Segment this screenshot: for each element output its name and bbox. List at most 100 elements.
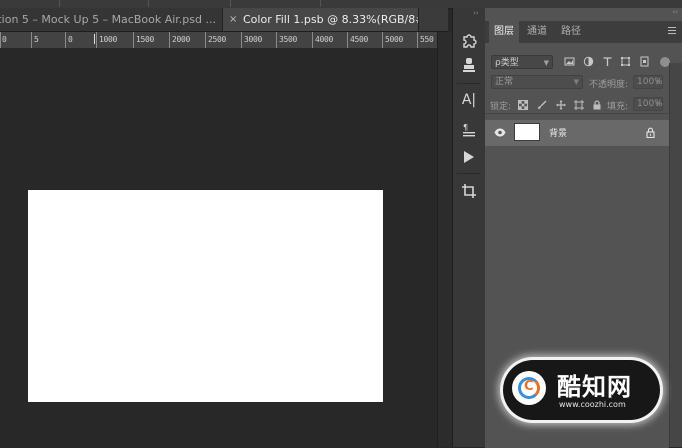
clone-source-button[interactable] bbox=[453, 52, 485, 78]
opacity-label: 不透明度: bbox=[589, 80, 629, 90]
ruler-tick bbox=[65, 32, 66, 48]
tab-paths[interactable]: 路径 bbox=[557, 21, 585, 43]
watermark-logo: C 酷知网 www.coozhi.com bbox=[503, 360, 660, 420]
shape-filter-icon[interactable] bbox=[620, 56, 631, 67]
extensions-button[interactable] bbox=[453, 27, 485, 53]
play-icon bbox=[464, 151, 474, 163]
tab-macbook-air-psd[interactable]: ection 5 – Mock Up 5 – MacBook Air.psd .… bbox=[0, 8, 223, 31]
ruler-label: 2500 bbox=[208, 35, 227, 44]
expand-panels-icon[interactable]: ›› bbox=[473, 9, 479, 17]
fill-field[interactable]: 100% ▼ bbox=[633, 97, 663, 111]
ruler-label: 0 bbox=[68, 35, 73, 44]
layer-filter-row: ρ类型 ▼ bbox=[485, 51, 682, 73]
character-icon: A| bbox=[461, 92, 477, 108]
ruler-tick bbox=[347, 32, 348, 48]
strip-divider bbox=[59, 0, 60, 7]
ruler-label: 1500 bbox=[136, 35, 155, 44]
artboard-icon[interactable] bbox=[574, 100, 584, 110]
image-filter-icon[interactable] bbox=[564, 56, 575, 67]
paragraph-icon: ¶ bbox=[463, 123, 475, 137]
tab-bar-empty bbox=[419, 8, 448, 31]
layer-thumbnail[interactable] bbox=[514, 123, 540, 141]
ruler-cursor-marker bbox=[94, 34, 95, 44]
paragraph-button[interactable]: ¶ bbox=[453, 117, 485, 143]
lock-label: 锁定: bbox=[490, 102, 512, 112]
chevron-down-icon: ▼ bbox=[543, 59, 549, 67]
ruler-label: 3000 bbox=[244, 35, 263, 44]
blend-row: 正常 ▼ 不透明度: 100% ▼ bbox=[485, 73, 682, 93]
ruler-label: 1000 bbox=[99, 35, 118, 44]
panel-scrollbar[interactable] bbox=[669, 63, 682, 447]
ruler-label: 0 bbox=[2, 35, 7, 44]
ruler-label: 550 bbox=[420, 35, 434, 44]
lock-all-icon[interactable] bbox=[592, 100, 602, 110]
ruler-label: 5000 bbox=[385, 35, 404, 44]
lock-transparent-icon[interactable] bbox=[518, 100, 528, 110]
ruler-tick bbox=[133, 32, 134, 48]
strip-divider bbox=[230, 0, 231, 7]
ruler-label: 4000 bbox=[315, 35, 334, 44]
ruler-tick bbox=[241, 32, 242, 48]
ruler-tick bbox=[205, 32, 206, 48]
filter-type-select[interactable]: ρ类型 ▼ bbox=[491, 55, 553, 69]
watermark-letter: C bbox=[524, 379, 534, 394]
chevron-down-icon: ▼ bbox=[655, 79, 660, 86]
tab-label: Color Fill 1.psb @ 8.33%(RGB/8#) bbox=[243, 13, 419, 26]
stamp-icon bbox=[463, 58, 475, 72]
chevron-down-icon: ▼ bbox=[573, 78, 579, 86]
crop-properties-button[interactable] bbox=[453, 178, 485, 204]
tab-label: ection 5 – Mock Up 5 – MacBook Air.psd .… bbox=[0, 13, 216, 26]
tool-separator bbox=[457, 83, 481, 84]
horizontal-ruler[interactable]: 0 5 0 1000 1500 2000 2500 3000 3500 4000… bbox=[0, 32, 437, 49]
filter-type-label: ρ类型 bbox=[495, 58, 519, 68]
blend-mode-select[interactable]: 正常 ▼ bbox=[491, 75, 583, 89]
tab-color-fill-psb[interactable]: × Color Fill 1.psb @ 8.33%(RGB/8#) bbox=[223, 8, 419, 31]
tool-separator bbox=[457, 173, 481, 174]
text-filter-icon[interactable] bbox=[602, 56, 613, 67]
adjustment-filter-icon[interactable] bbox=[583, 56, 594, 67]
ruler-tick bbox=[312, 32, 313, 48]
ruler-tick bbox=[417, 32, 418, 48]
ruler-label: 2000 bbox=[172, 35, 191, 44]
eye-icon[interactable] bbox=[494, 128, 506, 137]
watermark-brand: 酷知网 bbox=[557, 373, 632, 401]
ruler-label: 4500 bbox=[350, 35, 369, 44]
ruler-tick bbox=[382, 32, 383, 48]
document-tab-bar: ection 5 – Mock Up 5 – MacBook Air.psd .… bbox=[0, 8, 448, 32]
tab-channels[interactable]: 通道 bbox=[523, 21, 551, 43]
collapse-panels-icon[interactable]: ‹‹ bbox=[672, 8, 678, 16]
opacity-field[interactable]: 100% ▼ bbox=[633, 75, 663, 89]
strip-divider bbox=[148, 0, 149, 7]
watermark-badge: C bbox=[512, 371, 546, 405]
ruler-tick bbox=[31, 32, 32, 48]
layer-row[interactable]: 背景 bbox=[485, 120, 669, 146]
blend-mode-value: 正常 bbox=[495, 77, 514, 87]
canvas-workspace[interactable] bbox=[0, 49, 437, 447]
panel-menu-icon[interactable] bbox=[668, 27, 676, 35]
watermark-url: www.coozhi.com bbox=[559, 400, 626, 409]
collapsed-panel-strip: ›› A| ¶ bbox=[452, 8, 486, 447]
lock-row: 锁定: 填充: 100% ▼ bbox=[485, 96, 682, 114]
layer-name[interactable]: 背景 bbox=[549, 126, 567, 139]
strip-divider bbox=[320, 0, 321, 7]
actions-play-button[interactable] bbox=[453, 144, 485, 170]
document-canvas[interactable] bbox=[28, 190, 383, 402]
lock-icon[interactable] bbox=[646, 127, 655, 138]
ruler-tick bbox=[169, 32, 170, 48]
chevron-down-icon: ▼ bbox=[655, 101, 660, 108]
character-button[interactable]: A| bbox=[453, 87, 485, 113]
ruler-tick bbox=[276, 32, 277, 48]
smartobject-filter-icon[interactable] bbox=[639, 56, 650, 67]
close-icon[interactable]: × bbox=[229, 8, 237, 31]
move-icon[interactable] bbox=[556, 100, 566, 110]
fill-label: 填充: bbox=[607, 102, 629, 112]
ruler-tick bbox=[96, 32, 97, 48]
tab-layers[interactable]: 图层 bbox=[489, 21, 519, 43]
ruler-label: 3500 bbox=[279, 35, 298, 44]
panel-divider[interactable] bbox=[437, 32, 452, 447]
svg-text:¶: ¶ bbox=[463, 123, 468, 132]
brush-icon[interactable] bbox=[537, 100, 547, 110]
panel-tab-bar: 图层 通道 路径 bbox=[485, 21, 682, 43]
puzzle-icon bbox=[463, 34, 477, 48]
ruler-label: 5 bbox=[34, 35, 39, 44]
